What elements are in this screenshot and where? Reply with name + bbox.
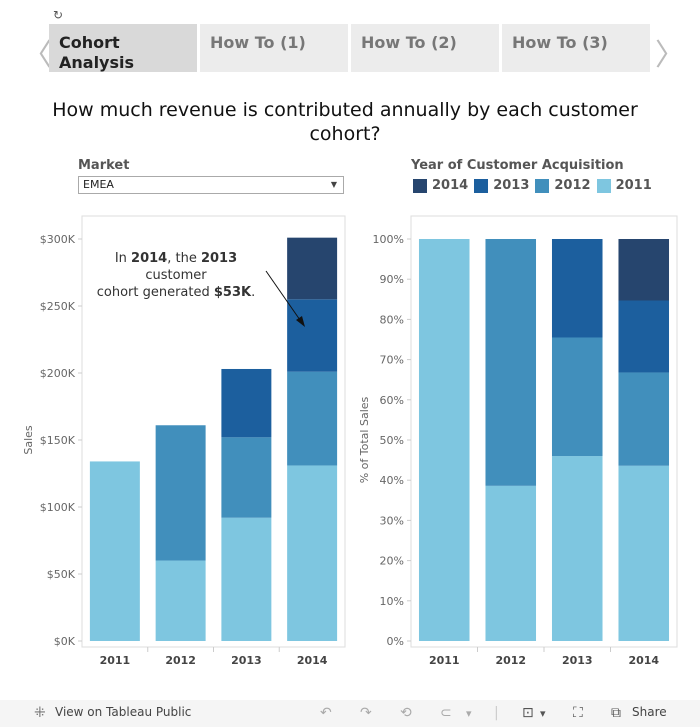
pause-updates-icon[interactable]: ⊂ [440, 705, 452, 721]
toolbar-divider: | [494, 705, 499, 721]
footer-toolbar: ⁜ View on Tableau Public ↶ ↷ ⟲ ⊂ ▾ | ⊡ ▾… [0, 700, 700, 727]
annotation-line3: cohort generated $53K. [97, 285, 256, 300]
redo-icon[interactable]: ↷ [360, 705, 372, 721]
view-on-tableau-public-link[interactable]: View on Tableau Public [55, 705, 191, 719]
share-button[interactable]: Share [632, 705, 667, 719]
annotation-layer: In 2014, the 2013 customer cohort genera… [97, 251, 305, 327]
annotation-arrow-line [265, 270, 301, 321]
annotation-arrowhead [296, 316, 305, 327]
pause-dropdown-icon[interactable]: ▾ [466, 707, 472, 720]
download-dropdown-icon[interactable]: ▾ [540, 707, 546, 720]
fullscreen-icon[interactable]: ⛶ [573, 705, 583, 721]
undo-icon[interactable]: ↶ [320, 705, 332, 721]
annotation-line2: customer [145, 268, 207, 283]
download-icon[interactable]: ⊡ [522, 705, 534, 721]
revert-icon[interactable]: ⟲ [400, 705, 412, 721]
share-icon[interactable]: ⧉ [611, 705, 621, 721]
tableau-logo-icon: ⁜ [34, 705, 46, 721]
annotation-line1: In 2014, the 2013 [115, 251, 237, 266]
